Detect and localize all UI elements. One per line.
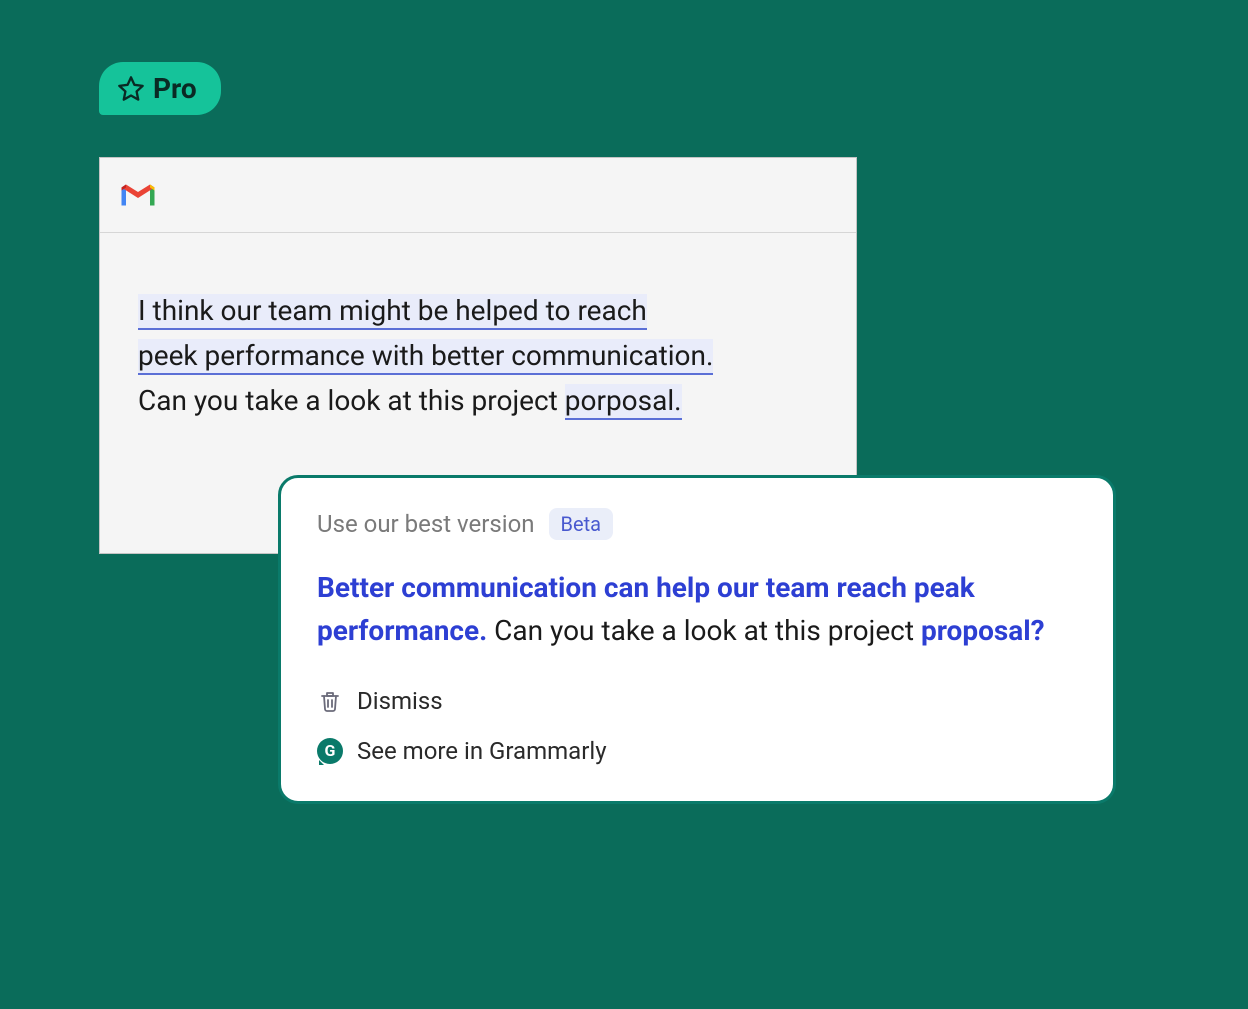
suggestion-text[interactable]: Better communication can help our team r…	[317, 566, 1077, 653]
gmail-header	[100, 158, 856, 233]
suggestion-plain: Can you take a look at this project	[487, 614, 921, 647]
gmail-logo-icon	[118, 180, 158, 210]
highlighted-text-1: I think our team might be helped to reac…	[138, 294, 647, 330]
see-more-label: See more in Grammarly	[357, 737, 607, 765]
star-icon	[117, 75, 145, 103]
pro-badge: Pro	[99, 62, 221, 115]
pro-badge-label: Pro	[153, 72, 197, 105]
plain-text: Can you take a look at this project	[138, 384, 565, 417]
see-more-button[interactable]: G See more in Grammarly	[317, 729, 1077, 773]
grammarly-icon: G	[317, 738, 343, 764]
card-title: Use our best version	[317, 510, 535, 538]
grammarly-suggestion-card: Use our best version Beta Better communi…	[278, 475, 1116, 804]
dismiss-button[interactable]: Dismiss	[317, 679, 1077, 723]
highlighted-text-2: peek performance with better communicati…	[138, 339, 713, 375]
highlighted-text-3: porposal.	[565, 384, 682, 420]
dismiss-label: Dismiss	[357, 687, 443, 715]
trash-icon	[317, 688, 343, 714]
suggestion-bold-2: proposal?	[921, 614, 1045, 647]
card-header: Use our best version Beta	[317, 508, 1077, 540]
beta-badge: Beta	[549, 508, 614, 540]
email-body[interactable]: I think our team might be helped to reac…	[100, 233, 856, 461]
